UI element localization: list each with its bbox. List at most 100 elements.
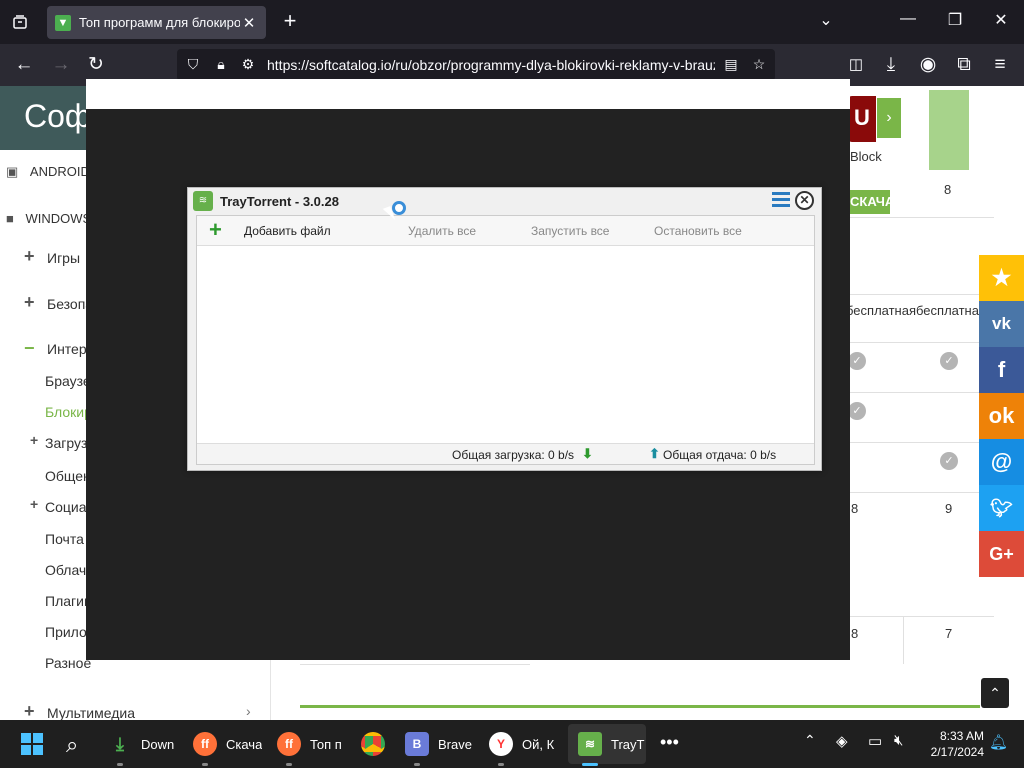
- rating-cell: 8: [851, 501, 859, 516]
- permissions-icon[interactable]: ⚙: [239, 56, 257, 73]
- taskbar-item-yandex[interactable]: Y Ой, К: [489, 726, 558, 762]
- add-file-button[interactable]: Добавить файл: [244, 224, 331, 238]
- collapse-icon[interactable]: −: [24, 338, 35, 359]
- close-icon[interactable]: ✕: [795, 191, 814, 210]
- list-all-tabs-icon[interactable]: ⌄: [814, 10, 838, 30]
- google-plus-share-icon[interactable]: G+: [979, 531, 1024, 577]
- shield-icon[interactable]: ⛉: [184, 56, 202, 73]
- running-indicator: [117, 763, 123, 766]
- odnoklassniki-share-icon[interactable]: ok: [979, 393, 1024, 439]
- traytorrent-icon: ≋: [578, 732, 602, 756]
- expand-icon[interactable]: +: [24, 701, 35, 720]
- reader-view-icon[interactable]: ▤: [722, 56, 740, 73]
- taskbar-label: Топ п: [310, 736, 342, 752]
- taskbar-label: Ой, К: [522, 736, 555, 752]
- divider: [850, 616, 994, 617]
- tab-list-button[interactable]: [6, 8, 34, 36]
- remove-all-button[interactable]: Удалить все: [408, 224, 476, 238]
- pocket-icon[interactable]: ◫: [843, 52, 869, 78]
- vk-share-icon[interactable]: vk: [979, 301, 1024, 347]
- url-text[interactable]: https://softcatalog.io/ru/obzor/programm…: [267, 57, 715, 73]
- sidebar-item-mail[interactable]: Почта: [45, 531, 84, 547]
- license-cell: бесплатная: [916, 303, 987, 318]
- notification-bell-icon[interactable]: 🔔︎: [989, 733, 1008, 751]
- sidebar-android[interactable]: ▣ ANDROID: [6, 164, 90, 180]
- sidebar-item-multimedia[interactable]: Мультимедиа: [47, 705, 135, 720]
- divider: [850, 442, 980, 443]
- download-button[interactable]: СКАЧАТЬ: [846, 190, 890, 214]
- running-indicator: [202, 763, 208, 766]
- system-clock[interactable]: 8:33 AM 2/17/2024: [920, 728, 984, 760]
- back-icon[interactable]: ←: [11, 52, 37, 78]
- reload-icon[interactable]: ↻: [83, 52, 109, 78]
- clock-date: 2/17/2024: [930, 745, 984, 759]
- menu-list-icon[interactable]: [772, 192, 792, 210]
- expand-icon[interactable]: +: [24, 292, 35, 313]
- taskbar-item-firefox-2[interactable]: ff Топ п: [277, 726, 346, 762]
- volume-muted-icon[interactable]: 🔇︎: [894, 732, 903, 749]
- taskbar-item-chrome[interactable]: [361, 726, 385, 762]
- display-icon[interactable]: ▭: [868, 732, 882, 750]
- stop-all-button[interactable]: Остановить все: [654, 224, 742, 238]
- mail-share-icon[interactable]: @: [979, 439, 1024, 485]
- add-icon[interactable]: +: [209, 219, 222, 241]
- show-hidden-icons-icon[interactable]: ⌃: [804, 732, 816, 749]
- download-favicon-icon: ▼: [55, 14, 71, 31]
- torrent-panel: + Добавить файл Удалить все Запустить вс…: [196, 215, 815, 465]
- url-bar[interactable]: ⛉ 🔒︎ ⚙ https://softcatalog.io/ru/obzor/p…: [177, 49, 775, 81]
- upload-arrow-icon: ⬆: [649, 446, 660, 461]
- active-tab[interactable]: ▼ Топ программ для блокировки ✕: [47, 6, 266, 39]
- expand-icon[interactable]: +: [30, 432, 38, 448]
- extensions-icon[interactable]: ⧉: [951, 52, 977, 78]
- new-tab-button[interactable]: +: [278, 9, 302, 35]
- product-name[interactable]: Block: [850, 149, 882, 164]
- bookmark-star-icon[interactable]: ☆: [750, 56, 768, 73]
- twitter-share-icon[interactable]: 🐦︎: [979, 485, 1024, 531]
- search-icon[interactable]: ⌕: [66, 732, 78, 758]
- next-arrow-button[interactable]: ›: [877, 98, 901, 138]
- network-icon[interactable]: ◈: [836, 732, 848, 750]
- windows-icon: ■: [6, 211, 14, 226]
- taskbar-item-traytorrent[interactable]: ≋ TrayT: [578, 726, 647, 762]
- license-cell: бесплатная: [846, 303, 917, 318]
- ublock-logo: U: [848, 96, 876, 142]
- more-apps-icon[interactable]: •••: [660, 732, 679, 753]
- sidebar-item-games[interactable]: Игры: [47, 250, 80, 266]
- expand-icon[interactable]: +: [24, 246, 35, 267]
- close-window-icon[interactable]: ✕: [989, 10, 1013, 30]
- menu-icon[interactable]: ≡: [987, 52, 1013, 78]
- downloads-icon[interactable]: ⤓: [878, 52, 904, 78]
- divider: [903, 616, 904, 664]
- restore-icon[interactable]: ❐: [943, 10, 967, 30]
- start-all-button[interactable]: Запустить все: [531, 224, 609, 238]
- account-icon[interactable]: ◉: [915, 52, 941, 78]
- scroll-to-top-button[interactable]: ⌃: [981, 678, 1009, 708]
- download-arrow-icon: ⬇: [582, 446, 593, 461]
- tab-list-icon: [13, 15, 27, 29]
- favorite-star-icon[interactable]: ★: [979, 255, 1024, 301]
- start-windows-icon[interactable]: [21, 733, 43, 755]
- facebook-share-icon[interactable]: f: [979, 347, 1024, 393]
- sidebar-item-misc[interactable]: Разное: [45, 655, 91, 671]
- taskbar-item-brave[interactable]: B Brave: [405, 726, 474, 762]
- sidebar-windows[interactable]: ■ WINDOWS: [6, 211, 91, 226]
- minimize-icon[interactable]: —: [896, 10, 920, 28]
- close-tab-icon[interactable]: ✕: [240, 14, 258, 32]
- divider: [300, 664, 530, 665]
- total-download-rate: Общая загрузка: 0 b/s: [452, 448, 575, 462]
- expand-icon[interactable]: +: [30, 496, 38, 512]
- status-bar: Общая загрузка: 0 b/s ⬇ ⬆ Общая отдача: …: [197, 443, 814, 464]
- taskbar-label: Brave: [438, 736, 472, 752]
- android-icon: ▣: [6, 164, 19, 179]
- sidebar-android-label: ANDROID: [29, 164, 90, 179]
- torrent-list[interactable]: [197, 246, 814, 443]
- chrome-icon: [361, 732, 385, 756]
- taskbar-item-firefox-1[interactable]: ff Скача: [193, 726, 262, 762]
- running-indicator: [286, 763, 292, 766]
- chevron-right-icon[interactable]: ›: [246, 703, 251, 719]
- taskbar-item-downloads[interactable]: ⤓ Down: [108, 726, 177, 762]
- forward-icon[interactable]: →: [48, 52, 74, 78]
- lock-icon[interactable]: 🔒︎: [212, 56, 230, 73]
- taskbar-label: TrayT: [611, 736, 645, 752]
- firefox-icon: ff: [277, 732, 301, 756]
